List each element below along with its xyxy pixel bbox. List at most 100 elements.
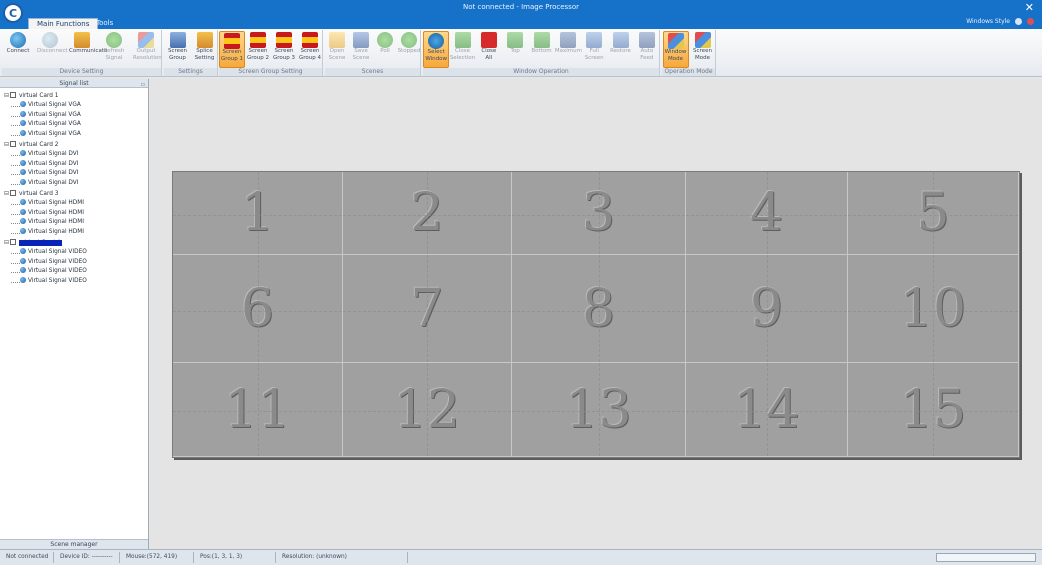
ribbon-group: Screen Group Splice Setting Settings (164, 30, 218, 76)
flag-icon (276, 32, 292, 48)
tree-signal-item[interactable]: Virtual Signal VIDEO (0, 257, 148, 268)
ribbon-button-label: Stopped (397, 48, 421, 54)
tree-signal-item[interactable]: Virtual Signal HDMI (0, 218, 148, 228)
ribbon-button[interactable]: Splice Setting (192, 31, 218, 68)
flag-icon (302, 32, 318, 48)
ribbon-button[interactable]: Poll (372, 31, 398, 68)
scene-manager-tab[interactable]: Scene manager (0, 539, 148, 549)
ribbon-button[interactable]: Output Resolution (133, 31, 162, 68)
guide-line (257, 363, 259, 456)
signal-globe-icon (20, 277, 26, 284)
card-icon (10, 140, 16, 147)
ribbon-button[interactable]: Maximum (555, 31, 582, 68)
ribbon-group: Connect Disconnect Communicate Refresh Sign… (2, 30, 162, 76)
ribbon-button-label: Poll (380, 48, 390, 54)
screen-cell[interactable]: 11 (173, 363, 343, 457)
ribbon-button[interactable]: Full Screen (581, 31, 607, 68)
screen-cell[interactable]: 2 (343, 172, 512, 255)
tree-signal-item[interactable]: Virtual Signal VIDEO (0, 247, 148, 258)
status-item: Mouse:(572, 419) (122, 552, 194, 563)
screen-cell[interactable]: 7 (343, 255, 512, 363)
app-logo-icon[interactable]: C (3, 3, 23, 23)
tree-signal-item[interactable]: Virtual Signal VGA (0, 130, 148, 140)
ribbon-button[interactable]: Select Window (423, 31, 450, 68)
tree-signal-item[interactable]: Virtual Signal DVI (0, 179, 148, 189)
close-icon[interactable]: ✕ (1025, 1, 1034, 14)
tree-signal-item[interactable]: Virtual Signal HDMI (0, 228, 148, 238)
ribbon-button[interactable]: Restore (608, 31, 634, 68)
screen-cell[interactable]: 1 (173, 172, 343, 255)
tree-signal-item[interactable]: Virtual Signal HDMI (0, 208, 148, 219)
ribbon-button[interactable]: Save Scene (348, 31, 374, 68)
tree-signal-item[interactable]: Virtual Signal VGA (0, 110, 148, 121)
tree-connector (11, 203, 20, 205)
window-style-label[interactable]: Windows Style (966, 18, 1010, 25)
info-icon[interactable] (1027, 18, 1034, 25)
signal-label: Virtual Signal HDMI (28, 229, 84, 236)
ribbon-button[interactable]: Communicate (69, 31, 107, 68)
ribbon-button[interactable]: Screen Mode (690, 31, 716, 68)
tree-card-item[interactable]: ⊟ virtual Card 4 (0, 238, 148, 248)
ribbon-button[interactable]: Screen Group (165, 31, 191, 68)
title-bar: Not connected - Image Processor ✕ (0, 0, 1042, 17)
screen-cell[interactable]: 15 (848, 363, 1019, 457)
tree-signal-item[interactable]: Virtual Signal VIDEO (0, 267, 148, 277)
screen-cell[interactable]: 12 (343, 363, 512, 457)
ribbon-button[interactable]: Connect (5, 31, 31, 68)
ribbon-button[interactable]: Screen Group 2 (245, 31, 271, 68)
globe-disconnect-icon (42, 32, 58, 48)
screen-cell[interactable]: 14 (686, 363, 848, 457)
screen-cell[interactable]: 5 (848, 172, 1019, 255)
signal-globe-icon (20, 159, 26, 166)
ribbon-button-label: Window Mode (664, 49, 687, 62)
status-item: Resolution: (unknown) (278, 552, 408, 563)
ribbon-button[interactable]: Screen Group 4 (297, 31, 323, 68)
screen-cell[interactable]: 10 (848, 255, 1019, 363)
tree-signal-item[interactable]: Virtual Signal VGA (0, 120, 148, 130)
ribbon-button[interactable]: Stopped (396, 31, 422, 68)
ribbon-button[interactable]: Top (502, 31, 528, 68)
tree-signal-item[interactable]: Virtual Signal DVI (0, 159, 148, 170)
ribbon-button[interactable]: Disconnect (37, 31, 68, 68)
tab-tools[interactable]: Tools (88, 18, 121, 29)
screen-cell[interactable]: 9 (686, 255, 848, 363)
screen-cell[interactable]: 6 (173, 255, 343, 363)
ribbon-button-label: Splice Setting (194, 48, 215, 61)
screen-cell[interactable]: 4 (686, 172, 848, 255)
ribbon-button[interactable]: Close All (476, 31, 502, 68)
ribbon-button[interactable]: Bottom (529, 31, 555, 68)
ribbon-button-label: Screen Group 3 (273, 48, 295, 61)
screen-cell[interactable]: 13 (512, 363, 686, 457)
guide-line (933, 255, 934, 362)
ribbon-button[interactable]: Screen Group 3 (271, 31, 297, 68)
guide-line (427, 172, 428, 254)
ribbon-button[interactable]: Close Selection (450, 31, 476, 68)
screen-cell[interactable]: 3 (512, 172, 686, 255)
ribbon-button[interactable]: Refresh Signal (101, 31, 127, 68)
tree-connector (11, 105, 20, 107)
tree-card-item[interactable]: ⊟ virtual Card 3 (0, 189, 148, 199)
signal-label: Virtual Signal VGA (28, 111, 81, 118)
guide-line (598, 172, 600, 254)
tree-signal-item[interactable]: Virtual Signal DVI (0, 149, 148, 160)
flag-icon (224, 33, 240, 49)
screen-wall[interactable]: 1 2 3 4 5 6 7 8 9 10 11 12 13 14 15 (172, 171, 1020, 458)
ribbon-button-label: Output Resolution (133, 48, 162, 61)
card-label: virtual Card 4 (19, 239, 63, 246)
tree-card-item[interactable]: ⊟ virtual Card 2 (0, 140, 148, 150)
ribbon-button[interactable]: Screen Group 1 (219, 31, 245, 68)
tree-signal-item[interactable]: Virtual Signal VGA (0, 100, 148, 111)
screen-cell[interactable]: 8 (512, 255, 686, 363)
tree-connector (11, 115, 20, 117)
ribbon-button[interactable]: Auto Feed (634, 31, 660, 68)
tree-signal-item[interactable]: Virtual Signal DVI (0, 169, 148, 179)
ribbon-button[interactable]: Open Scene (324, 31, 350, 68)
help-icon[interactable] (1015, 18, 1022, 25)
tree-connector (11, 262, 20, 264)
tree-signal-item[interactable]: Virtual Signal VIDEO (0, 277, 148, 287)
tree-card-item[interactable]: ⊟ virtual Card 1 (0, 91, 148, 101)
poll-icon (377, 32, 393, 48)
stop-icon (401, 32, 417, 48)
ribbon-button[interactable]: Window Mode (662, 31, 689, 68)
tree-signal-item[interactable]: Virtual Signal HDMI (0, 198, 148, 209)
